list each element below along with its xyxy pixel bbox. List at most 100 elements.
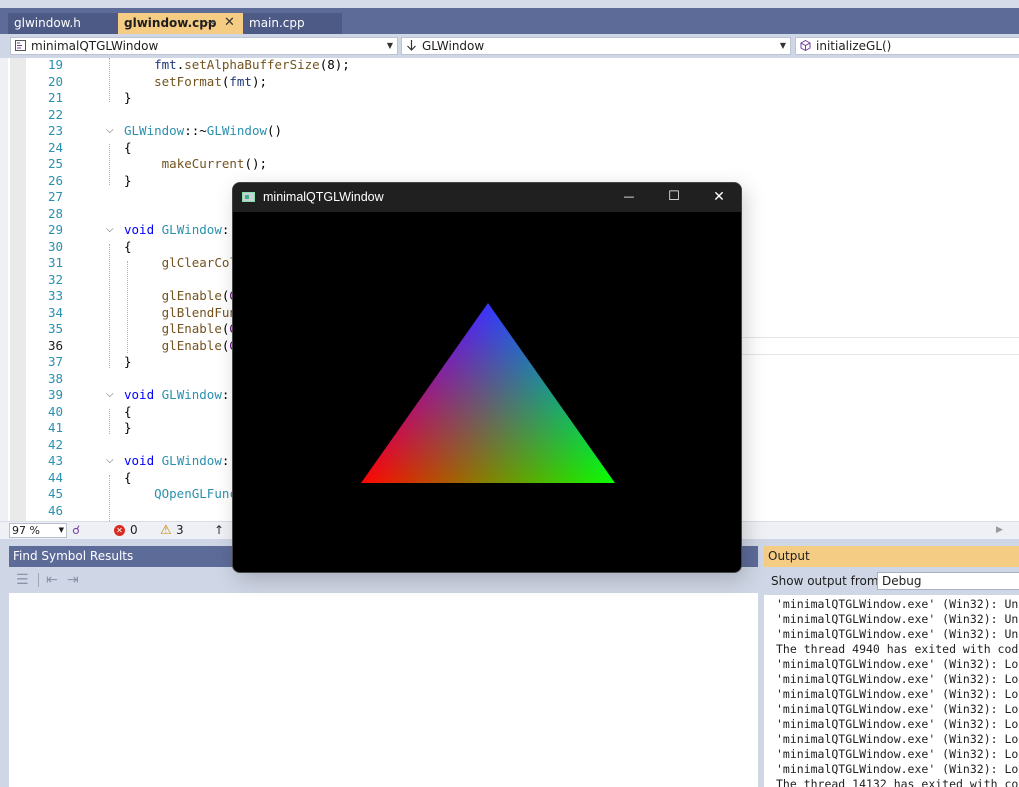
code-text[interactable]: { [124,470,132,487]
line-number: 32 [47,271,63,287]
code-line[interactable]: 19 fmt.setAlphaBufferSize(8); [0,58,1019,74]
block-guide [109,144,110,185]
tab-main-cpp[interactable]: main.cpp [243,13,342,34]
code-text[interactable]: } [124,173,132,190]
output-line: 'minimalQTGLWindow.exe' (Win32): Un [776,612,1019,626]
intellicode-icon[interactable]: ☌ [72,522,80,539]
error-icon[interactable]: ✕ [114,525,125,536]
code-text[interactable]: void GLWindow:: [124,222,237,239]
fold-chevron-icon[interactable]: ⌵ [106,123,114,140]
code-text[interactable]: { [124,239,132,256]
fold-chevron-icon[interactable]: ⌵ [106,387,114,404]
block-guide [109,58,110,102]
code-text[interactable]: glBlendFunc [124,305,245,322]
line-number: 46 [47,502,63,518]
close-icon[interactable]: ✕ [699,183,739,212]
line-number: 25 [47,156,63,171]
code-text[interactable]: { [124,404,132,421]
output-line: 'minimalQTGLWindow.exe' (Win32): Lo [776,732,1019,746]
output-text[interactable]: 'minimalQTGLWindow.exe' (Win32): Un 'mini… [776,597,1019,787]
code-text[interactable]: setFormat(fmt); [124,74,267,91]
qt-window-title: minimalQTGLWindow [263,190,384,204]
clear-list-icon[interactable]: ☰ [16,572,29,588]
line-number: 28 [47,205,63,221]
line-number: 37 [47,354,63,369]
output-line: 'minimalQTGLWindow.exe' (Win32): Lo [776,687,1019,701]
code-text[interactable]: } [124,354,132,371]
zoom-dropdown[interactable]: 97 % ▼ [9,523,67,538]
fold-chevron-icon[interactable]: ⌵ [106,222,114,239]
close-tab-icon[interactable]: ✕ [224,13,235,33]
previous-result-icon[interactable]: ⇤ [46,572,58,588]
output-source-value: Debug [882,574,922,588]
block-guide [109,244,110,368]
code-text[interactable]: } [124,420,132,437]
scope-name: GLWindow [422,39,485,53]
output-toolbar: Show output from: Debug [764,567,1019,595]
qt-window-titlebar[interactable]: minimalQTGLWindow — ☐ ✕ [233,183,741,212]
output-panel: Output Show output from: Debug 'minimalQ… [764,546,1019,787]
document-tab-bar: glwindow.h glwindow.cpp ⊸ ✕ main.cpp [0,8,1019,34]
scroll-right-icon[interactable]: ▶ [996,522,1003,539]
code-line[interactable]: 22 [0,107,1019,124]
code-text[interactable]: GLWindow::~GLWindow() [124,123,282,140]
code-text[interactable]: glEnable(GL [124,321,245,338]
line-number: 31 [47,255,63,270]
next-result-icon[interactable]: ⇥ [67,572,79,588]
gl-canvas[interactable] [233,212,742,573]
tab-glwindow-cpp[interactable]: glwindow.cpp ⊸ ✕ [118,13,243,34]
code-line[interactable]: 20 setFormat(fmt); [0,74,1019,91]
warning-icon[interactable]: ⚠ [160,522,172,539]
scope-dropdown[interactable]: GLWindow ▼ [401,37,791,55]
panel-splitter-vertical[interactable] [757,546,764,787]
code-text[interactable]: void GLWindow:: [124,387,237,404]
code-text[interactable]: glEnable(GL [124,288,245,305]
code-text[interactable]: { [124,140,132,157]
tab-glwindow-h[interactable]: glwindow.h [8,13,118,34]
warning-count[interactable]: 3 [176,522,184,539]
code-text[interactable]: glClearColo [124,255,245,272]
maximize-icon[interactable]: ☐ [654,183,694,212]
code-line[interactable]: 21} [0,90,1019,107]
error-count[interactable]: 0 [130,522,138,539]
line-number: 33 [47,288,63,303]
pin-icon[interactable]: ⊸ [206,13,215,33]
tab-label: main.cpp [249,16,305,30]
panel-title: Output [768,549,810,563]
line-number: 19 [47,58,63,72]
project-icon [15,40,26,51]
find-symbol-results-panel: Find Symbol Results ☰ ⇤ ⇥ [9,546,758,787]
code-text[interactable]: void GLWindow:: [124,453,237,470]
app-icon [242,192,255,202]
arrow-up-icon[interactable]: ↑ [214,522,224,539]
code-text[interactable]: makeCurrent(); [124,156,267,173]
line-number: 29 [47,222,63,237]
tab-label: glwindow.cpp [124,16,217,30]
member-dropdown[interactable]: initializeGL() [795,37,1019,55]
line-number: 30 [47,238,63,254]
minimize-icon[interactable]: — [609,183,649,212]
show-output-label: Show output from: [771,574,883,588]
code-text[interactable]: } [124,90,132,107]
code-line[interactable]: 24 { [0,140,1019,157]
zoom-level: 97 % [12,524,40,537]
line-number: 35 [47,321,63,336]
qt-gl-window[interactable]: minimalQTGLWindow — ☐ ✕ [232,182,742,573]
code-text[interactable]: fmt.setAlphaBufferSize(8); [124,58,350,74]
code-line[interactable]: 25 makeCurrent(); [0,156,1019,173]
line-number: 20 [47,73,63,89]
code-text[interactable]: glEnable(GL [124,338,245,355]
line-number: 23 [47,123,63,138]
project-dropdown[interactable]: minimalQTGLWindow ▼ [10,37,398,55]
code-text[interactable]: QOpenGLFunct [124,486,244,503]
line-number: 24 [47,139,63,155]
code-line[interactable]: 23 GLWindow::~GLWindow() ⌵ [0,123,1019,140]
title-strip [0,0,1019,8]
line-number: 34 [47,304,63,320]
line-number: 42 [47,436,63,452]
output-source-dropdown[interactable]: Debug [877,572,1019,590]
line-number: 43 [47,453,63,468]
fold-chevron-icon[interactable]: ⌵ [106,453,114,470]
output-header[interactable]: Output [764,546,1019,567]
block-guide [109,475,110,521]
